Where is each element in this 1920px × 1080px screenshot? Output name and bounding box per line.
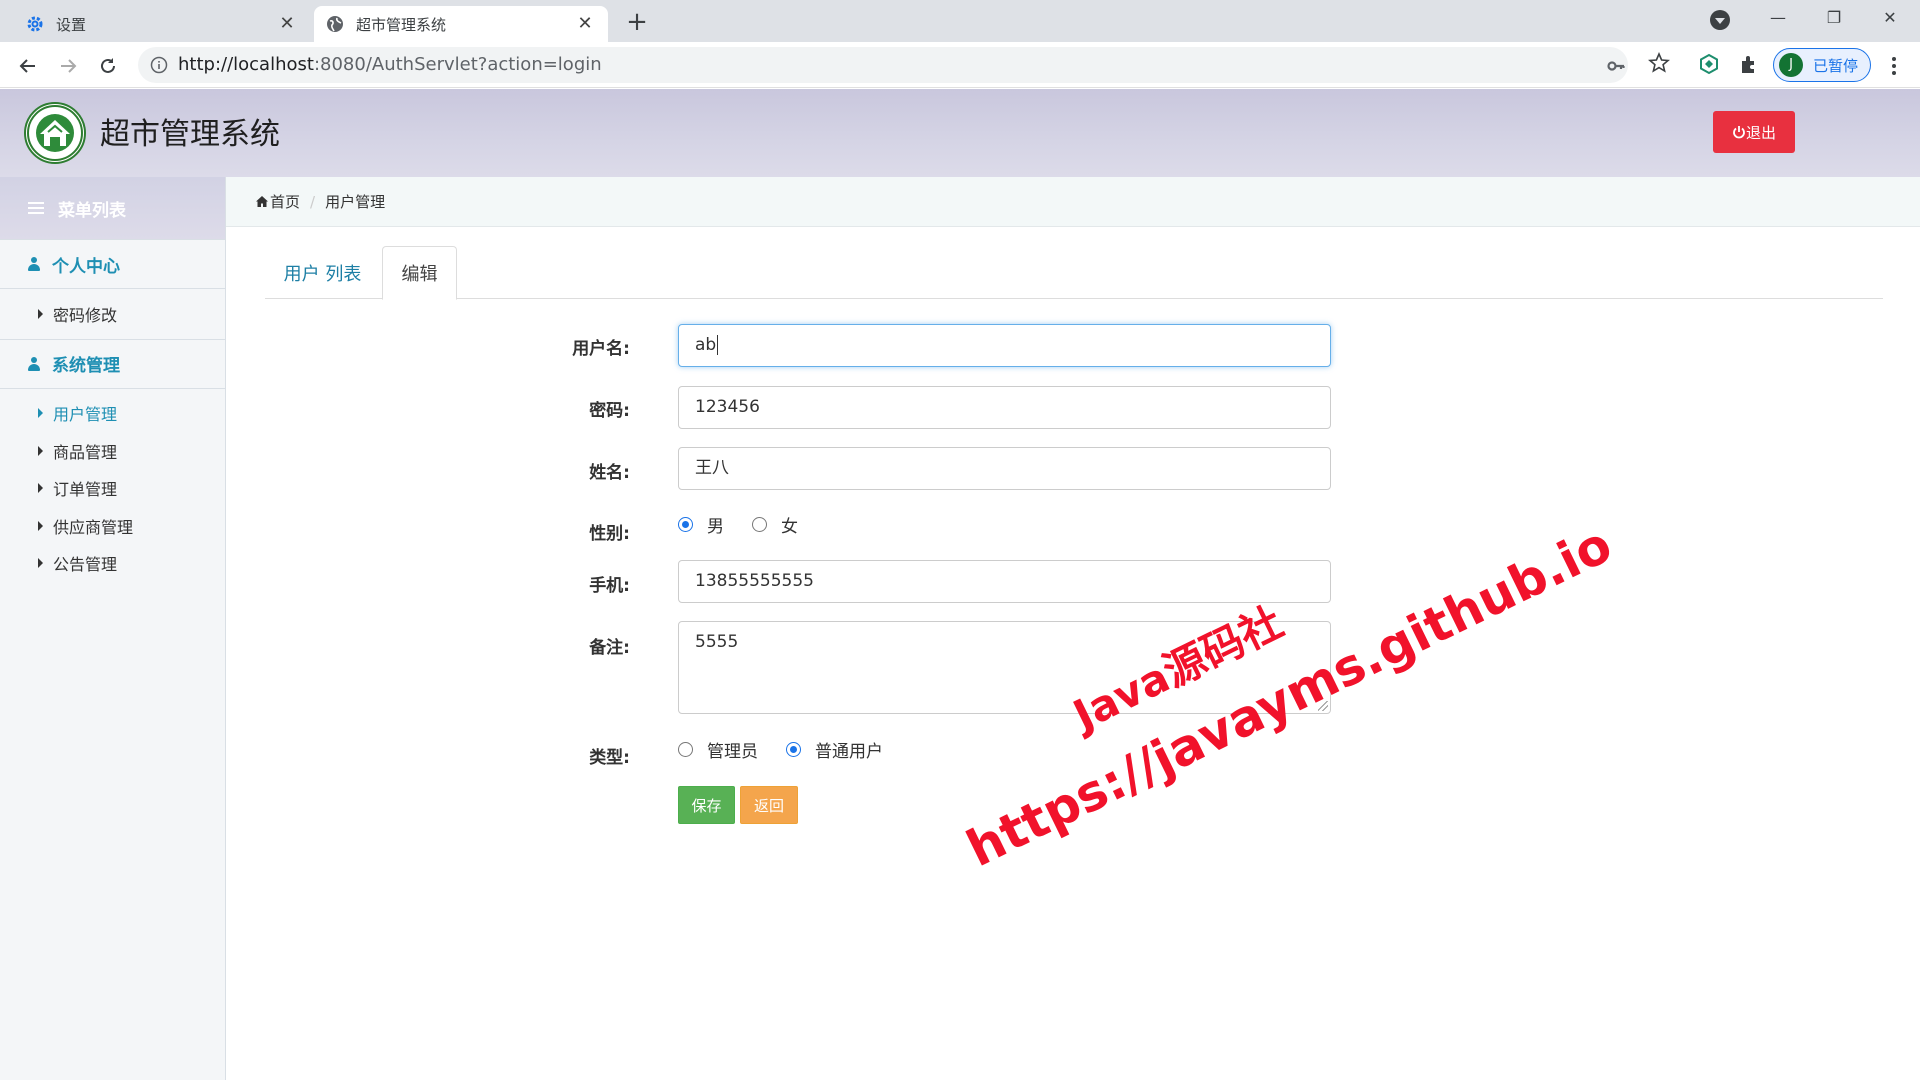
sidebar-item-label: 供应商管理 xyxy=(53,517,134,537)
text-cursor xyxy=(717,335,719,355)
sidebar-item-label: 商品管理 xyxy=(53,442,118,462)
name-label: 姓名: xyxy=(589,463,630,483)
breadcrumb: 首页 / 用户管理 xyxy=(226,177,1920,227)
minimize-icon[interactable]: — xyxy=(1750,0,1806,38)
reload-icon[interactable] xyxy=(92,50,124,82)
sidebar-item-suppliers[interactable]: 供应商管理 xyxy=(0,507,225,545)
more-menu-icon[interactable] xyxy=(1882,54,1906,78)
forward-arrow-icon[interactable] xyxy=(52,50,84,82)
type-normal-radio[interactable] xyxy=(786,742,801,757)
tab-user-list[interactable]: 用户 列表 xyxy=(265,246,380,299)
breadcrumb-home[interactable]: 首页 xyxy=(270,191,300,212)
type-admin-radio[interactable] xyxy=(678,742,693,757)
extension-hexagon-icon[interactable] xyxy=(1698,53,1720,75)
address-bar[interactable]: http://localhost:8080/AuthServlet?action… xyxy=(138,47,1628,83)
caret-right-icon xyxy=(38,558,43,569)
list-icon xyxy=(28,202,44,214)
url-text: http://localhost:8080/AuthServlet?action… xyxy=(178,54,602,75)
logout-label: 退出 xyxy=(1745,123,1776,142)
gender-label: 性别: xyxy=(589,524,630,544)
type-radio-group: 管理员 普通用户 xyxy=(678,737,911,762)
tab-edit[interactable]: 编辑 xyxy=(382,246,457,300)
new-tab-button[interactable]: + xyxy=(622,8,652,38)
user-icon xyxy=(28,356,40,371)
username-label: 用户名: xyxy=(572,339,630,359)
gender-male-radio[interactable] xyxy=(678,517,693,532)
gender-male-label: 男 xyxy=(707,517,724,537)
sidebar-item-label: 订单管理 xyxy=(53,480,118,500)
sidebar-group-label: 个人中心 xyxy=(52,256,120,277)
type-admin-label: 管理员 xyxy=(707,742,758,762)
close-window-icon[interactable]: ✕ xyxy=(1862,0,1918,38)
gender-radio-group: 男 女 xyxy=(678,512,826,537)
remark-label: 备注: xyxy=(589,638,630,658)
logout-button[interactable]: 退出 xyxy=(1713,111,1795,153)
sidebar-title: 菜单列表 xyxy=(58,200,126,221)
star-icon[interactable] xyxy=(1648,51,1670,73)
restore-icon[interactable]: ❐ xyxy=(1806,0,1862,38)
type-normal-label: 普通用户 xyxy=(815,742,883,762)
browser-toolbar: http://localhost:8080/AuthServlet?action… xyxy=(0,42,1920,88)
home-icon xyxy=(256,196,268,207)
caret-right-icon xyxy=(38,445,43,456)
name-field[interactable]: 王八 xyxy=(678,447,1331,490)
gear-icon xyxy=(26,15,44,33)
content-tabs: 用户 列表 编辑 xyxy=(265,246,1883,300)
username-value: ab xyxy=(695,335,717,355)
back-arrow-icon[interactable] xyxy=(12,50,44,82)
phone-field[interactable]: 13855555555 xyxy=(678,560,1331,603)
caret-right-icon xyxy=(38,408,43,419)
sidebar-item-users[interactable]: 用户管理 xyxy=(0,395,225,433)
sidebar-item-label: 密码修改 xyxy=(53,305,118,325)
sidebar-item-label: 公告管理 xyxy=(53,555,118,575)
sidebar-header: 菜单列表 xyxy=(0,177,225,239)
sidebar-item-label: 用户管理 xyxy=(53,405,118,425)
breadcrumb-separator: / xyxy=(310,192,316,211)
info-icon[interactable] xyxy=(150,56,168,74)
tab-search-icon[interactable] xyxy=(1710,10,1730,30)
save-button[interactable]: 保存 xyxy=(678,786,735,824)
avatar: J xyxy=(1779,53,1803,77)
breadcrumb-current: 用户管理 xyxy=(325,193,386,211)
caret-right-icon xyxy=(38,308,43,319)
sidebar: 菜单列表 个人中心 密码修改 系统管理 用户管理 商品管理 订单管理 供应商管理 xyxy=(0,177,226,1080)
caret-right-icon xyxy=(38,520,43,531)
profile-status: 已暂停 xyxy=(1813,56,1859,75)
profile-button[interactable]: J 已暂停 xyxy=(1773,48,1871,82)
phone-label: 手机: xyxy=(589,576,630,596)
browser-tab-title: 设置 xyxy=(56,15,87,34)
sidebar-item-orders[interactable]: 订单管理 xyxy=(0,470,225,508)
browser-tabstrip: 设置 ✕ 超市管理系统 ✕ + — ❐ ✕ xyxy=(0,0,1920,42)
gender-female-radio[interactable] xyxy=(752,517,767,532)
back-button[interactable]: 返回 xyxy=(740,786,798,824)
power-icon xyxy=(1733,126,1745,139)
key-icon[interactable] xyxy=(1606,56,1626,76)
gender-female-label: 女 xyxy=(781,517,798,537)
browser-tab-active[interactable]: 超市管理系统 ✕ xyxy=(314,6,608,42)
username-field[interactable]: ab xyxy=(678,324,1331,367)
sidebar-group-system[interactable]: 系统管理 xyxy=(0,338,225,389)
globe-icon xyxy=(326,15,344,33)
type-label: 类型: xyxy=(589,748,630,768)
browser-tab-title: 超市管理系统 xyxy=(356,15,447,34)
sidebar-group-personal[interactable]: 个人中心 xyxy=(0,239,225,289)
app-title: 超市管理系统 xyxy=(100,117,280,152)
close-tab-icon[interactable]: ✕ xyxy=(574,13,596,34)
sidebar-item-notices[interactable]: 公告管理 xyxy=(0,545,225,583)
close-tab-icon[interactable]: ✕ xyxy=(276,13,298,34)
caret-right-icon xyxy=(38,483,43,494)
sidebar-item-goods[interactable]: 商品管理 xyxy=(0,432,225,470)
puzzle-icon[interactable] xyxy=(1738,53,1760,75)
password-label: 密码: xyxy=(589,401,630,421)
user-icon xyxy=(28,257,40,271)
sidebar-group-label: 系统管理 xyxy=(52,356,120,376)
university-logo xyxy=(24,102,86,164)
password-field[interactable]: 123456 xyxy=(678,386,1331,429)
sidebar-group-items: 密码修改 xyxy=(0,289,225,339)
app-header: 超市管理系统 退出 xyxy=(0,89,1920,177)
remark-value: 5555 xyxy=(695,632,739,652)
sidebar-item-password[interactable]: 密码修改 xyxy=(0,295,225,333)
browser-tab-settings[interactable]: 设置 ✕ xyxy=(10,6,310,42)
sidebar-group-items: 用户管理 商品管理 订单管理 供应商管理 公告管理 xyxy=(0,389,225,589)
